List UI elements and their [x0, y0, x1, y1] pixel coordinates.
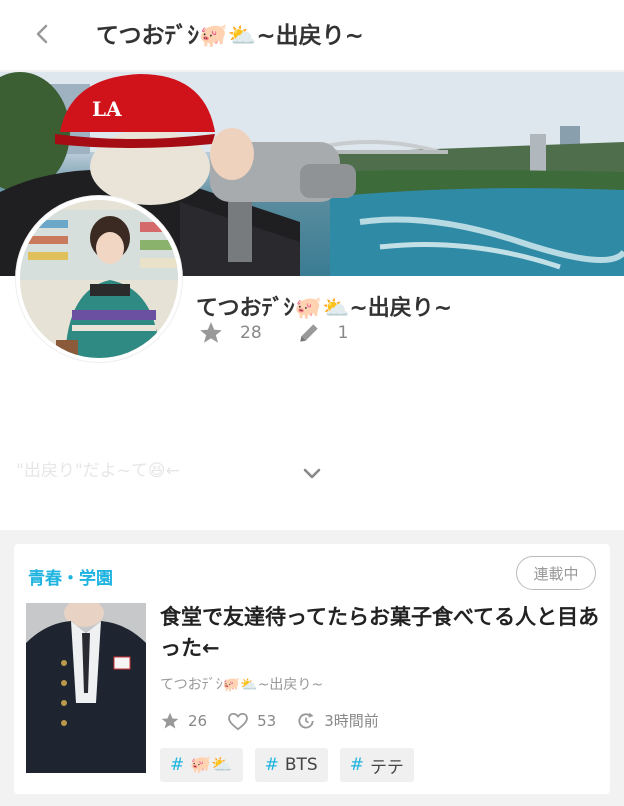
profile-stats: 28 1	[198, 320, 348, 346]
status-badge: 連載中	[516, 556, 596, 590]
tag-label: テテ	[369, 757, 404, 778]
story-likes-count: 53	[257, 711, 277, 730]
profile-name: てつおﾃﾞｼ🐖⛅~出戻り~	[196, 296, 453, 321]
chevron-left-icon	[36, 24, 48, 44]
star-icon	[161, 712, 179, 728]
back-button[interactable]	[30, 20, 54, 48]
profile-section: てつおﾃﾞｼ🐖⛅~出戻り~ 28 1 "出戻り"だよ~て😆←	[0, 196, 624, 530]
story-stars: 26	[160, 711, 207, 731]
svg-text:LA: LA	[92, 97, 122, 121]
genre-label[interactable]: 青春・学園	[28, 564, 113, 589]
story-card[interactable]: 青春・学園 連載中 食堂で友達待ってたらお菓子食べてる人と目あった← てつおﾃﾞ…	[14, 544, 610, 794]
top-bar: てつおﾃﾞｼ🐖⛅~出戻り~	[0, 0, 624, 70]
tag-label: BTS	[284, 755, 318, 775]
story-thumbnail[interactable]	[26, 603, 146, 773]
tag-chip[interactable]: # 🐖⛅	[160, 748, 243, 782]
tag-label: 🐖⛅	[190, 755, 233, 775]
expand-bio-button[interactable]	[300, 462, 324, 486]
tag-chip[interactable]: # BTS	[254, 748, 328, 782]
tag-chip[interactable]: # テテ	[339, 748, 414, 782]
refresh-clock-icon	[298, 712, 314, 729]
story-author[interactable]: てつおﾃﾞｼ🐖⛅~出戻り~	[160, 674, 323, 694]
hash-icon: #	[170, 755, 185, 775]
tag-list: # 🐖⛅ # BTS # テテ	[160, 748, 426, 782]
star-icon	[200, 322, 222, 343]
hash-icon: #	[349, 755, 364, 775]
chevron-down-icon	[303, 468, 321, 479]
works-stat: 1	[296, 320, 349, 346]
story-likes: 53	[227, 711, 276, 731]
story-title[interactable]: 食堂で友達待ってたらお菓子食べてる人と目あった←	[160, 602, 600, 664]
stars-stat: 28	[198, 320, 262, 346]
story-updated: 3時間前	[296, 710, 379, 731]
page-title: てつおﾃﾞｼ🐖⛅~出戻り~	[96, 23, 364, 49]
hash-icon: #	[264, 755, 279, 775]
heart-icon	[228, 712, 248, 730]
story-meta: 26 53 3時間前	[160, 710, 379, 731]
bio-preview: "出戻り"だよ~て😆←	[16, 461, 180, 481]
pencil-icon	[299, 324, 318, 342]
story-stars-count: 26	[188, 711, 208, 730]
works-count: 1	[337, 323, 349, 343]
avatar[interactable]	[16, 196, 182, 362]
stars-count: 28	[240, 323, 262, 343]
story-updated-time: 3時間前	[324, 712, 379, 730]
